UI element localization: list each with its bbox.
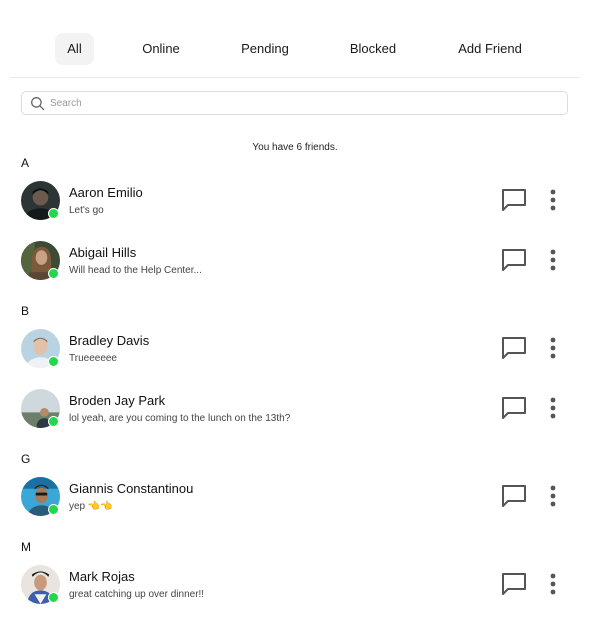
chat-bubble-icon[interactable] xyxy=(500,394,528,422)
tab-add-friend[interactable]: Add Friend xyxy=(448,33,532,65)
online-status-dot xyxy=(48,356,59,367)
search-box xyxy=(21,91,568,115)
chat-bubble-icon[interactable] xyxy=(500,570,528,598)
group-letter-a: A xyxy=(21,156,30,170)
more-vertical-icon[interactable] xyxy=(545,482,561,510)
avatar[interactable] xyxy=(21,329,60,368)
friend-name: Broden Jay Park xyxy=(69,393,166,408)
search-icon xyxy=(31,97,45,111)
more-vertical-icon[interactable] xyxy=(545,186,561,214)
friend-row[interactable]: Abigail Hills Will head to the Help Cent… xyxy=(0,241,590,285)
online-status-dot xyxy=(48,504,59,515)
avatar[interactable] xyxy=(21,477,60,516)
friend-name: Giannis Constantinou xyxy=(69,481,194,496)
online-status-dot xyxy=(48,208,59,219)
tab-all[interactable]: All xyxy=(55,33,94,65)
avatar[interactable] xyxy=(21,241,60,280)
friend-last-message: Let's go xyxy=(69,205,104,216)
friends-count-text: You have 6 friends. xyxy=(252,142,338,153)
friend-name: Bradley Davis xyxy=(69,333,150,348)
friend-row[interactable]: Mark Rojas great catching up over dinner… xyxy=(0,565,590,609)
friends-tabs: All Online Pending Blocked Add Friend xyxy=(0,33,590,65)
tab-pending[interactable]: Pending xyxy=(232,33,298,65)
tabs-divider xyxy=(10,77,580,78)
friend-row[interactable]: Giannis Constantinou yep 👈👈 xyxy=(0,477,590,521)
chat-bubble-icon[interactable] xyxy=(500,482,528,510)
group-letter-m: M xyxy=(21,540,31,554)
group-letter-g: G xyxy=(21,452,31,466)
avatar[interactable] xyxy=(21,389,60,428)
avatar[interactable] xyxy=(21,565,60,604)
friend-last-message: yep 👈👈 xyxy=(69,501,113,512)
avatar[interactable] xyxy=(21,181,60,220)
chat-bubble-icon[interactable] xyxy=(500,246,528,274)
friend-name: Abigail Hills xyxy=(69,245,137,260)
friend-last-message: Will head to the Help Center... xyxy=(69,265,202,276)
friend-row[interactable]: Bradley Davis Trueeeeee xyxy=(0,329,590,373)
online-status-dot xyxy=(48,268,59,279)
more-vertical-icon[interactable] xyxy=(545,394,561,422)
more-vertical-icon[interactable] xyxy=(545,334,561,362)
friend-row[interactable]: Aaron Emilio Let's go xyxy=(0,181,590,225)
more-vertical-icon[interactable] xyxy=(545,570,561,598)
friend-name: Aaron Emilio xyxy=(69,185,143,200)
online-status-dot xyxy=(48,416,59,427)
tab-online[interactable]: Online xyxy=(134,33,188,65)
more-vertical-icon[interactable] xyxy=(545,246,561,274)
online-status-dot xyxy=(48,592,59,603)
friend-last-message: lol yeah, are you coming to the lunch on… xyxy=(69,413,291,424)
tab-blocked[interactable]: Blocked xyxy=(339,33,407,65)
group-letter-b: B xyxy=(21,304,30,318)
friend-name: Mark Rojas xyxy=(69,569,135,584)
friend-last-message: Trueeeeee xyxy=(69,353,117,364)
chat-bubble-icon[interactable] xyxy=(500,186,528,214)
chat-bubble-icon[interactable] xyxy=(500,334,528,362)
friend-row[interactable]: Broden Jay Park lol yeah, are you coming… xyxy=(0,389,590,433)
search-input[interactable] xyxy=(50,94,555,113)
friend-last-message: great catching up over dinner!! xyxy=(69,589,205,600)
